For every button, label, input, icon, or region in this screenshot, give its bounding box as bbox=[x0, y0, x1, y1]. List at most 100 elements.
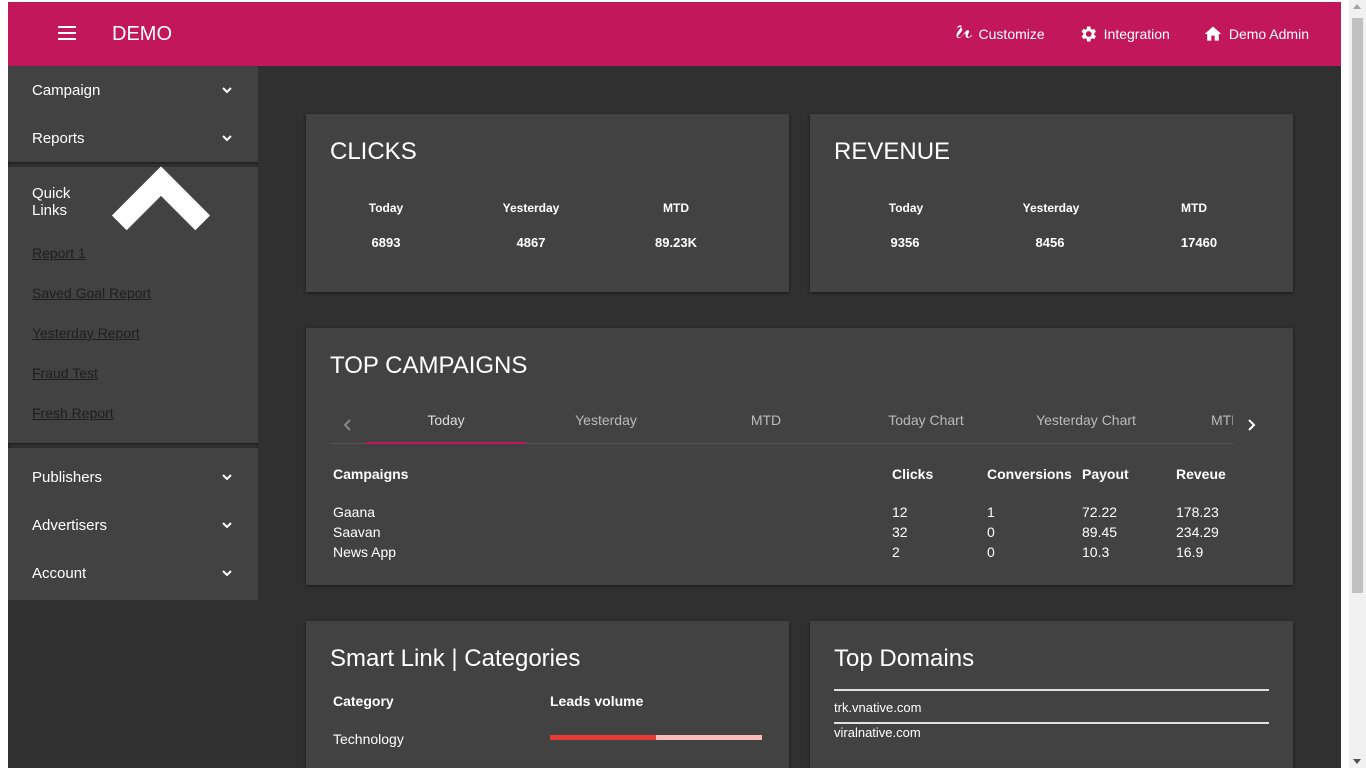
sidebar-item-quick-links[interactable]: Quick Links bbox=[8, 166, 258, 231]
stat-label-today: Today bbox=[368, 201, 404, 215]
tab-mtd-chart[interactable]: MTD Chart bbox=[1166, 406, 1233, 444]
leads-volume-fill bbox=[550, 735, 656, 740]
chevron-down-icon bbox=[222, 87, 232, 94]
scroll-thumb[interactable] bbox=[1352, 18, 1363, 593]
cell-campaign: News App bbox=[333, 544, 397, 560]
account-label: Demo Admin bbox=[1228, 26, 1309, 42]
tab-today[interactable]: Today bbox=[366, 406, 526, 444]
chevron-left-icon bbox=[343, 419, 351, 431]
sidebar-item-account[interactable]: Account bbox=[8, 549, 258, 597]
cell-clicks: 32 bbox=[892, 524, 908, 540]
leads-volume-bar bbox=[550, 735, 762, 740]
cell-revenue: 234.29 bbox=[1176, 524, 1219, 540]
scroll-up-icon[interactable] bbox=[1353, 4, 1361, 9]
stat-value-yesterday: 4867 bbox=[516, 235, 546, 250]
divider bbox=[834, 689, 1269, 691]
smart-link-card: Smart Link | Categories Category Leads v… bbox=[306, 621, 789, 768]
customize-button[interactable]: Customize bbox=[953, 24, 1045, 44]
campaign-tabs: Today Yesterday MTD Today Chart Yesterda… bbox=[330, 406, 1269, 444]
stat-label-today: Today bbox=[888, 201, 924, 215]
divider bbox=[834, 722, 1269, 724]
card-title: Top Domains bbox=[834, 645, 975, 672]
top-campaigns-card: TOP CAMPAIGNS Today Yesterday MTD Today … bbox=[306, 328, 1293, 585]
stat-value-today: 9356 bbox=[890, 235, 920, 250]
stat-label-yesterday: Yesterday bbox=[1022, 201, 1080, 215]
tab-scroll-left[interactable] bbox=[330, 406, 366, 444]
sidebar-item-label: Reports bbox=[32, 129, 85, 147]
card-title: TOP CAMPAIGNS bbox=[330, 352, 528, 379]
domain-item: viralnative.com bbox=[834, 725, 921, 740]
app-frame: DEMO Customize Integration Demo Admin Ca… bbox=[8, 2, 1341, 768]
account-button[interactable]: Demo Admin bbox=[1203, 24, 1309, 44]
chevron-down-icon bbox=[222, 570, 232, 577]
integration-button[interactable]: Integration bbox=[1078, 24, 1170, 44]
chevron-right-icon bbox=[1248, 419, 1256, 431]
cell-conversions: 0 bbox=[987, 524, 995, 540]
category-name: Technology bbox=[333, 731, 404, 747]
card-title: REVENUE bbox=[834, 138, 951, 165]
sidebar-item-campaign[interactable]: Campaign bbox=[8, 66, 258, 114]
quick-link-yesterday-report[interactable]: Yesterday Report bbox=[32, 313, 234, 353]
top-domains-card: Top Domains trk.vnative.com viralnative.… bbox=[810, 621, 1293, 768]
scroll-down-icon[interactable] bbox=[1353, 759, 1361, 764]
sidebar-item-label: Account bbox=[32, 564, 87, 582]
card-title: Smart Link | Categories bbox=[330, 645, 581, 672]
top-app-bar: DEMO Customize Integration Demo Admin bbox=[8, 2, 1341, 66]
stat-label-yesterday: Yesterday bbox=[502, 201, 560, 215]
brush-icon bbox=[955, 25, 972, 39]
domain-item: trk.vnative.com bbox=[834, 700, 922, 715]
cell-clicks: 12 bbox=[892, 504, 908, 520]
gear-icon bbox=[1081, 26, 1096, 42]
cell-revenue: 16.9 bbox=[1176, 544, 1204, 560]
tab-yesterday[interactable]: Yesterday bbox=[526, 406, 686, 444]
chevron-down-icon bbox=[222, 474, 232, 481]
menu-icon[interactable] bbox=[58, 26, 76, 42]
page-scrollbar[interactable] bbox=[1349, 0, 1366, 768]
col-campaigns: Campaigns bbox=[333, 466, 409, 482]
chevron-up-icon bbox=[111, 166, 211, 231]
stat-label-mtd: MTD bbox=[663, 201, 689, 215]
tab-yesterday-chart[interactable]: Yesterday Chart bbox=[1006, 406, 1166, 444]
col-revenue: Reveue bbox=[1176, 466, 1226, 482]
cell-campaign: Gaana bbox=[333, 504, 376, 520]
col-leads-volume: Leads volume bbox=[550, 693, 644, 709]
sidebar: Campaign Reports Quick Links Report 1 Sa… bbox=[8, 66, 258, 768]
card-title: CLICKS bbox=[330, 138, 417, 165]
sidebar-item-label: Campaign bbox=[32, 81, 101, 99]
sidebar-item-label: Publishers bbox=[32, 468, 103, 486]
chevron-down-icon bbox=[222, 522, 232, 529]
cell-revenue: 178.23 bbox=[1176, 504, 1219, 520]
top-actions: Customize Integration Demo Admin bbox=[953, 22, 1309, 46]
cell-payout: 10.3 bbox=[1082, 544, 1110, 560]
quick-link-fraud-test[interactable]: Fraud Test bbox=[32, 353, 234, 393]
tab-mtd[interactable]: MTD bbox=[686, 406, 846, 444]
cell-clicks: 2 bbox=[892, 544, 900, 560]
home-icon bbox=[1204, 26, 1222, 41]
cell-conversions: 0 bbox=[987, 544, 995, 560]
cell-payout: 89.45 bbox=[1082, 524, 1118, 540]
tab-today-chart[interactable]: Today Chart bbox=[846, 406, 1006, 444]
col-conversions: Conversions bbox=[987, 466, 1072, 482]
quick-link-saved-goal-report[interactable]: Saved Goal Report bbox=[32, 273, 234, 313]
sidebar-item-label: Quick Links bbox=[32, 185, 71, 219]
integration-label: Integration bbox=[1103, 26, 1170, 42]
clicks-card: CLICKS Today Yesterday MTD 6893 4867 89.… bbox=[306, 114, 789, 292]
sidebar-empty-area bbox=[8, 600, 258, 768]
sidebar-item-label: Advertisers bbox=[32, 516, 108, 534]
cell-conversions: 1 bbox=[987, 504, 995, 520]
stat-value-mtd: 17460 bbox=[1180, 235, 1218, 250]
cell-campaign: Saavan bbox=[333, 524, 381, 540]
col-category: Category bbox=[333, 693, 394, 709]
stat-value-mtd: 89.23K bbox=[655, 235, 697, 250]
app-brand: DEMO bbox=[112, 23, 172, 45]
revenue-card: REVENUE Today Yesterday MTD 9356 8456 17… bbox=[810, 114, 1293, 292]
stat-value-yesterday: 8456 bbox=[1035, 235, 1065, 250]
sidebar-item-advertisers[interactable]: Advertisers bbox=[8, 501, 258, 549]
tab-scroll-right[interactable] bbox=[1233, 406, 1269, 444]
customize-label: Customize bbox=[978, 26, 1045, 42]
stat-value-today: 6893 bbox=[371, 235, 401, 250]
sidebar-item-publishers[interactable]: Publishers bbox=[8, 453, 258, 501]
quick-link-fresh-report[interactable]: Fresh Report bbox=[32, 393, 234, 433]
col-payout: Payout bbox=[1082, 466, 1129, 482]
col-clicks: Clicks bbox=[892, 466, 934, 482]
